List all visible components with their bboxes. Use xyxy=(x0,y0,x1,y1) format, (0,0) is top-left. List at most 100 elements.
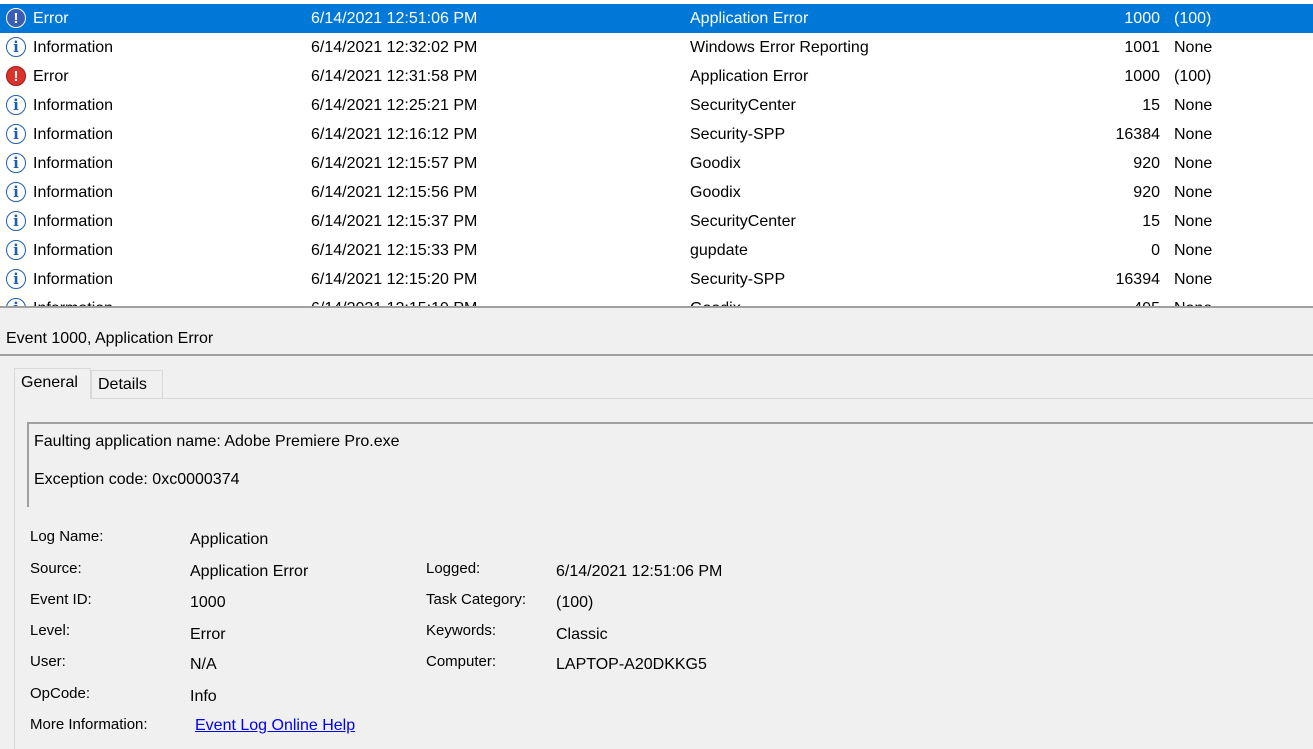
event-task-category: None xyxy=(1174,126,1213,143)
event-id: 495 xyxy=(1090,294,1160,306)
opcode-label: OpCode: xyxy=(30,685,91,702)
event-id: 16384 xyxy=(1115,126,1161,143)
event-date: 6/14/2021 12:32:02 PM xyxy=(311,39,478,56)
keywords-label: Keywords: xyxy=(426,622,497,639)
event-date: 6/14/2021 12:15:19 PM xyxy=(311,294,477,306)
event-description-box[interactable]: Faulting application name: Adobe Premier… xyxy=(27,422,1313,507)
event-date: 6/14/2021 12:15:33 PM xyxy=(311,242,478,259)
event-source: Goodix xyxy=(690,294,741,306)
info-icon: i xyxy=(6,182,26,202)
event-row[interactable]: i Information 6/14/2021 12:15:37 PM Securit… xyxy=(0,207,1313,236)
task-category-label: Task Category: xyxy=(426,591,527,608)
event-id: 16394 xyxy=(1115,271,1161,288)
user-value: N/A xyxy=(190,656,217,673)
computer-value: LAPTOP-A20DKKG5 xyxy=(556,656,707,673)
event-log-online-help-link[interactable]: Event Log Online Help xyxy=(195,717,355,735)
event-title: Event 1000, Application Error xyxy=(0,322,1313,356)
event-date: 6/14/2021 12:15:20 PM xyxy=(311,271,478,288)
event-source: Application Error xyxy=(690,68,809,85)
event-source: SecurityCenter xyxy=(690,213,796,230)
event-source: Goodix xyxy=(690,155,741,172)
info-icon: i xyxy=(6,37,26,57)
info-icon: i xyxy=(6,269,26,289)
event-task-category: None xyxy=(1174,97,1213,114)
event-task-category: None xyxy=(1174,39,1213,56)
event-task-category: (100) xyxy=(1174,10,1212,27)
event-source: Security-SPP xyxy=(690,271,786,288)
event-level: Information xyxy=(33,213,114,230)
source-value: Application Error xyxy=(190,563,309,580)
events-list[interactable]: ! Error 6/14/2021 12:51:06 PM Application E… xyxy=(0,0,1313,306)
event-source: Application Error xyxy=(690,10,809,27)
event-row[interactable]: ! Error 6/14/2021 12:51:06 PM Application E… xyxy=(0,4,1313,33)
event-level: Information xyxy=(33,155,114,172)
event-row[interactable]: ! Error 6/14/2021 12:31:58 PM Application E… xyxy=(0,62,1313,91)
info-icon: i xyxy=(6,124,26,144)
event-id: 15 xyxy=(1142,97,1160,114)
event-row[interactable]: i Information 6/14/2021 12:15:19 PM Goodix 4… xyxy=(0,294,1313,306)
event-level: Information xyxy=(33,39,114,56)
event-source: gupdate xyxy=(690,242,748,259)
source-label: Source: xyxy=(30,560,82,577)
event-source: Windows Error Reporting xyxy=(690,39,869,56)
event-id: 920 xyxy=(1133,184,1160,201)
computer-label: Computer: xyxy=(426,653,497,670)
level-value: Error xyxy=(190,626,226,643)
tab-details[interactable]: Details xyxy=(91,370,163,398)
event-level: Information xyxy=(33,126,114,143)
event-date: 6/14/2021 12:15:56 PM xyxy=(311,184,478,201)
info-icon: i xyxy=(6,211,26,231)
event-date: 6/14/2021 12:51:06 PM xyxy=(311,10,478,27)
event-task-category: None xyxy=(1174,213,1213,230)
level-label: Level: xyxy=(30,622,71,639)
event-id: 15 xyxy=(1142,213,1160,230)
event-source: SecurityCenter xyxy=(690,97,796,114)
description-line: Exception code: 0xc0000374 xyxy=(34,471,240,488)
logged-value: 6/14/2021 12:51:06 PM xyxy=(556,563,723,580)
pane-splitter[interactable] xyxy=(0,306,1313,322)
info-icon: i xyxy=(6,240,26,260)
event-date: 6/14/2021 12:31:58 PM xyxy=(311,68,478,85)
event-row[interactable]: i Information 6/14/2021 12:15:33 PM gupdate… xyxy=(0,236,1313,265)
tab-general[interactable]: General xyxy=(14,368,91,399)
event-level: Error xyxy=(33,68,69,85)
logged-label: Logged: xyxy=(426,560,481,577)
event-row[interactable]: i Information 6/14/2021 12:15:57 PM Goodix 9… xyxy=(0,149,1313,178)
event-id: 0 xyxy=(1151,242,1160,259)
event-date: 6/14/2021 12:15:57 PM xyxy=(311,155,478,172)
event-id-label: Event ID: xyxy=(30,591,92,608)
info-icon: i xyxy=(6,95,26,115)
event-row[interactable]: i Information 6/14/2021 12:15:20 PM Securit… xyxy=(0,265,1313,294)
task-category-value: (100) xyxy=(556,594,594,611)
error-icon: ! xyxy=(6,8,26,28)
info-icon: i xyxy=(6,153,26,173)
event-id: 1000 xyxy=(1124,10,1160,27)
event-id: 1001 xyxy=(1124,39,1160,56)
event-row[interactable]: i Information 6/14/2021 12:25:21 PM Securit… xyxy=(0,91,1313,120)
event-level: Information xyxy=(33,242,114,259)
event-task-category: None xyxy=(1174,184,1213,201)
event-level: Information xyxy=(33,97,114,114)
log-name-label: Log Name: xyxy=(30,528,104,545)
event-id: 1000 xyxy=(1124,68,1160,85)
event-task-category: None xyxy=(1174,294,1212,306)
event-row[interactable]: i Information 6/14/2021 12:32:02 PM Windows… xyxy=(0,33,1313,62)
event-date: 6/14/2021 12:25:21 PM xyxy=(311,97,478,114)
log-name-value: Application xyxy=(190,531,269,548)
event-date: 6/14/2021 12:15:37 PM xyxy=(311,213,478,230)
error-icon: ! xyxy=(6,66,26,86)
event-level: Information xyxy=(33,184,114,201)
keywords-value: Classic xyxy=(556,626,608,643)
event-date: 6/14/2021 12:16:12 PM xyxy=(311,126,478,143)
user-label: User: xyxy=(30,653,66,670)
event-row[interactable]: i Information 6/14/2021 12:16:12 PM Securit… xyxy=(0,120,1313,149)
event-detail-pane: Event 1000, Application Error General De… xyxy=(0,322,1313,749)
event-level: Information xyxy=(33,271,114,288)
event-id: 920 xyxy=(1133,155,1160,172)
more-info-label: More Information: xyxy=(30,716,148,733)
event-task-category: None xyxy=(1174,155,1213,172)
event-task-category: (100) xyxy=(1174,68,1212,85)
info-icon: i xyxy=(6,298,26,306)
event-level: Information xyxy=(33,294,113,306)
event-row[interactable]: i Information 6/14/2021 12:15:56 PM Goodix 9… xyxy=(0,178,1313,207)
